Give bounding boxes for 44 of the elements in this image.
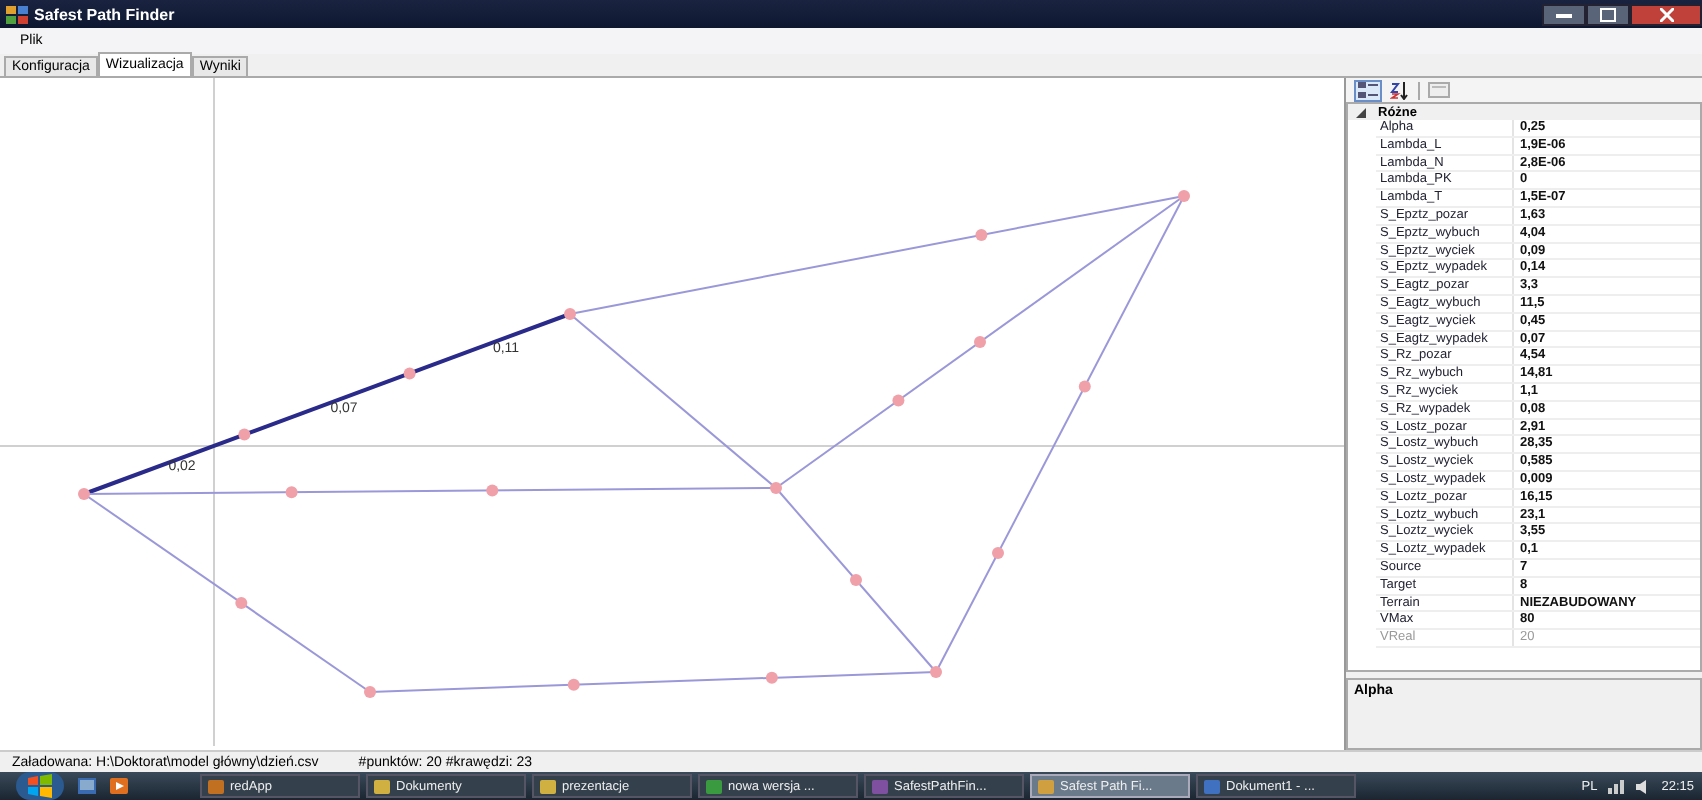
close-icon [1659, 7, 1673, 21]
minimize-button[interactable] [1542, 3, 1586, 25]
graph-node [930, 666, 942, 678]
graph-point [567, 678, 580, 691]
close-button[interactable] [1630, 3, 1702, 25]
collapse-icon[interactable] [1356, 107, 1366, 117]
window-title: Safest Path Finder [34, 5, 175, 23]
app-icon [872, 779, 888, 793]
graph-point [974, 336, 986, 348]
graph-point [850, 574, 862, 586]
maximize-button[interactable] [1586, 3, 1630, 25]
graph-point [486, 484, 499, 497]
network-icon[interactable] [1607, 779, 1626, 793]
maximize-icon [1600, 7, 1616, 21]
graph-point [403, 367, 416, 380]
graph-point [1078, 380, 1091, 393]
app-icon [706, 779, 722, 793]
graph-point [285, 486, 298, 499]
app-icon [374, 779, 390, 793]
minimize-icon [1556, 11, 1572, 17]
graph-node [770, 482, 782, 494]
graph-node [78, 488, 90, 500]
app-icon [540, 779, 556, 793]
graph-node [364, 686, 376, 698]
graph-point [892, 394, 905, 407]
app-icon [6, 5, 28, 23]
graph-point [765, 671, 778, 684]
start-button[interactable] [16, 772, 64, 800]
categorized-button[interactable] [1354, 79, 1382, 101]
graph-node [1178, 190, 1190, 202]
volume-icon[interactable] [1635, 779, 1652, 793]
graph-point [235, 596, 248, 609]
sort-icon [1390, 81, 1410, 99]
windows-logo-icon [26, 774, 54, 798]
app-icon [1204, 779, 1220, 793]
graph-point [238, 428, 251, 441]
sort-alphabetical-button[interactable] [1386, 79, 1414, 101]
graph-point [992, 547, 1004, 559]
app-icon [1038, 779, 1054, 793]
media-player-icon[interactable] [110, 778, 128, 794]
categorized-icon [1358, 81, 1378, 99]
graph-point [975, 228, 988, 241]
graph-node [564, 308, 576, 320]
app-icon [208, 779, 224, 793]
